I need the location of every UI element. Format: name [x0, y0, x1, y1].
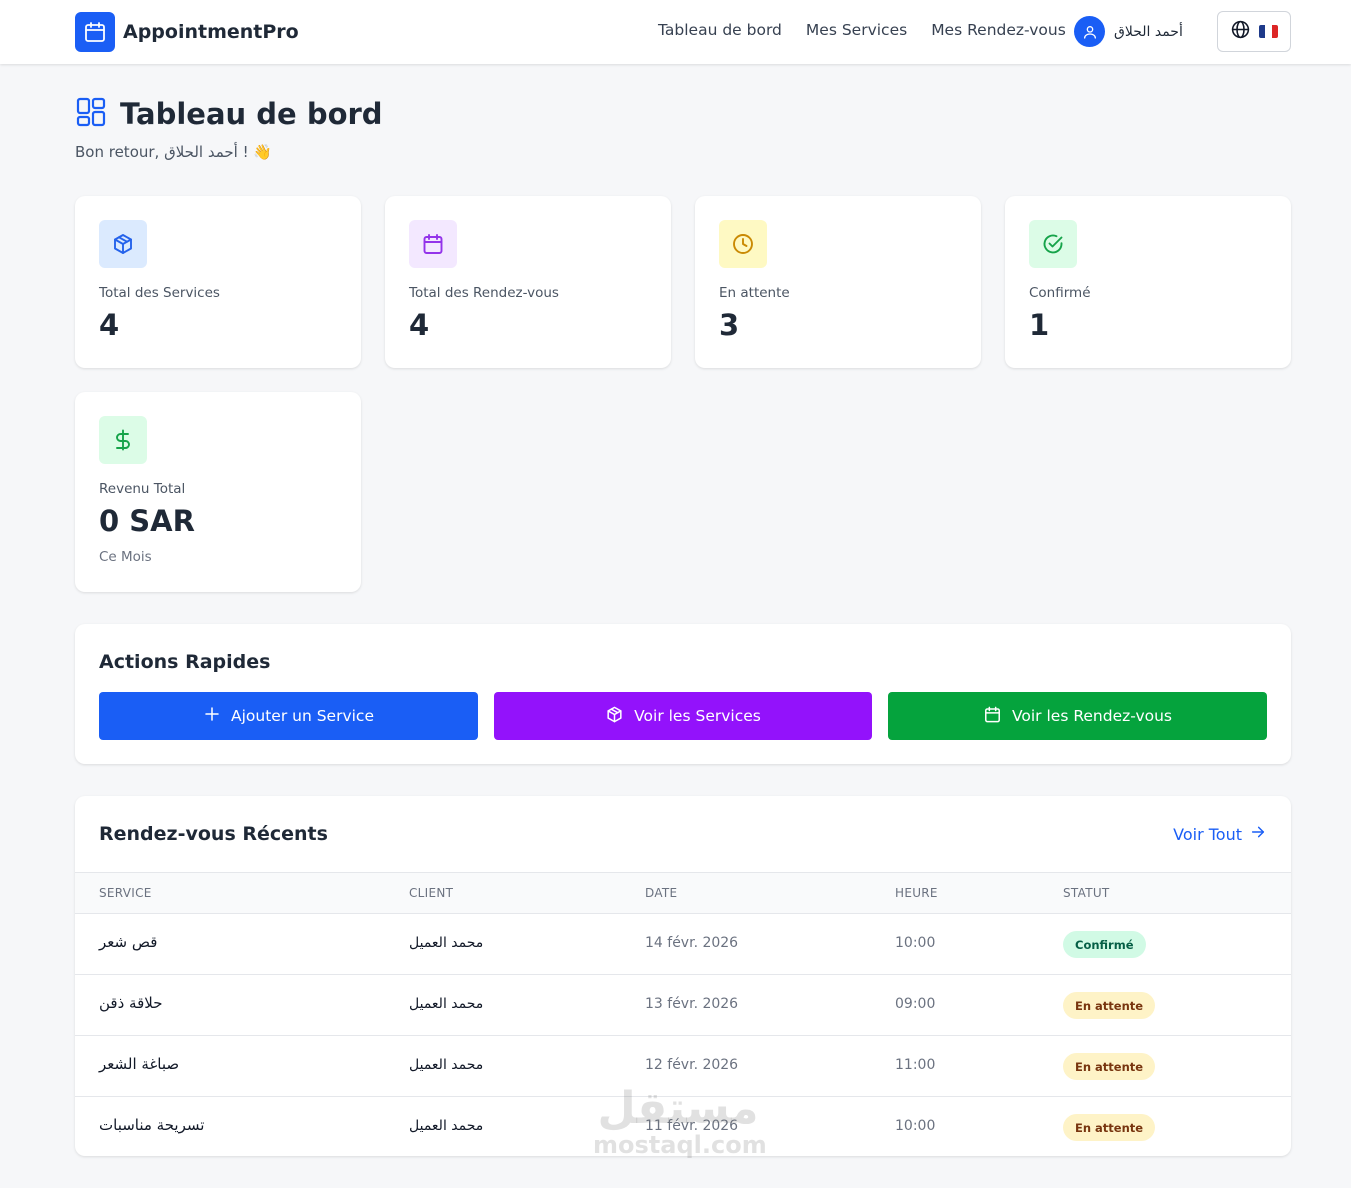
stat-card-pending: En attente 3 [695, 196, 981, 368]
recent-appointments-panel: Rendez-vous Récents Voir Tout SERVICE CL… [75, 796, 1291, 1156]
column-header-service: SERVICE [99, 886, 152, 900]
button-label: Voir les Services [634, 707, 761, 725]
time-cell: 09:00 [895, 996, 936, 1012]
nav-link-dashboard[interactable]: Tableau de bord [658, 21, 782, 39]
globe-icon [1230, 19, 1251, 44]
package-icon [605, 705, 624, 728]
quick-actions-panel: Actions Rapides Ajouter un Service Voir … [75, 624, 1291, 764]
nav-link-appointments[interactable]: Mes Rendez-vous [931, 21, 1066, 39]
table-row[interactable]: صباغة الشعر محمد العميل 12 févr. 2026 11… [75, 1035, 1291, 1096]
nav-links: Tableau de bord Mes Services Mes Rendez-… [658, 21, 1090, 39]
top-navbar: AppointmentPro Tableau de bord Mes Servi… [0, 0, 1351, 64]
column-header-client: CLIENT [409, 886, 454, 900]
calendar-icon [75, 12, 115, 52]
view-all-label: Voir Tout [1173, 824, 1242, 844]
page-title: Tableau de bord [120, 97, 383, 131]
stat-label: En attente [719, 285, 790, 301]
date-cell: 14 févr. 2026 [645, 935, 739, 951]
brand-name: AppointmentPro [123, 21, 299, 43]
stat-label: Revenu Total [99, 481, 186, 497]
dashboard-grid-icon [75, 96, 107, 132]
language-switcher[interactable] [1217, 11, 1291, 52]
brand[interactable]: AppointmentPro [75, 12, 299, 52]
client-cell: محمد العميل [409, 1057, 484, 1073]
table-header: SERVICE CLIENT DATE HEURE STATUT [75, 872, 1291, 913]
stat-label: Total des Services [99, 285, 220, 301]
stat-value: 0 SAR [99, 504, 195, 538]
stat-card-appointments: Total des Rendez-vous 4 [385, 196, 671, 368]
table-row[interactable]: قص شعر محمد العميل 14 févr. 2026 10:00 C… [75, 913, 1291, 974]
welcome-message: Bon retour, أحمد الحلاق ! 👋 [75, 143, 273, 161]
stat-value: 3 [719, 308, 740, 342]
stat-label: Total des Rendez-vous [409, 285, 559, 301]
status-badge: Confirmé [1063, 931, 1146, 958]
status-badge: En attente [1063, 1053, 1156, 1080]
service-cell: تسريحة مناسبات [99, 1116, 205, 1134]
table-row[interactable]: تسريحة مناسبات محمد العميل 11 févr. 2026… [75, 1096, 1291, 1156]
client-cell: محمد العميل [409, 1118, 484, 1134]
status-badge: En attente [1063, 992, 1156, 1019]
stat-card-services: Total des Services 4 [75, 196, 361, 368]
arrow-right-icon [1250, 824, 1266, 844]
view-services-button[interactable]: Voir les Services [494, 692, 872, 740]
time-cell: 10:00 [895, 935, 936, 951]
stat-value: 4 [99, 308, 120, 342]
time-cell: 11:00 [895, 1057, 936, 1073]
stat-value: 4 [409, 308, 430, 342]
view-appointments-button[interactable]: Voir les Rendez-vous [888, 692, 1267, 740]
quick-actions-title: Actions Rapides [99, 651, 271, 673]
stat-label: Confirmé [1029, 285, 1091, 301]
service-cell: قص شعر [99, 933, 158, 951]
calendar-icon [983, 705, 1002, 728]
stat-period: Ce Mois [99, 549, 152, 565]
time-cell: 10:00 [895, 1118, 936, 1134]
package-icon [99, 220, 147, 268]
check-circle-icon [1029, 220, 1077, 268]
column-header-time: HEURE [895, 886, 938, 900]
user-name: أحمد الحلاق [1114, 23, 1183, 40]
user-menu[interactable]: أحمد الحلاق [1074, 16, 1183, 47]
page-header: Tableau de bord [75, 96, 383, 132]
column-header-date: DATE [645, 886, 678, 900]
service-cell: صباغة الشعر [99, 1055, 180, 1073]
dollar-icon [99, 416, 147, 464]
client-cell: محمد العميل [409, 935, 484, 951]
user-icon [1074, 16, 1105, 47]
date-cell: 12 févr. 2026 [645, 1057, 739, 1073]
button-label: Ajouter un Service [231, 707, 374, 725]
calendar-icon [409, 220, 457, 268]
service-cell: حلاقة ذقن [99, 994, 163, 1012]
france-flag-icon [1259, 25, 1278, 38]
stat-card-revenue: Revenu Total 0 SAR Ce Mois [75, 392, 361, 592]
view-all-link[interactable]: Voir Tout [1173, 824, 1266, 844]
client-cell: محمد العميل [409, 996, 484, 1012]
stat-value: 1 [1029, 308, 1050, 342]
date-cell: 13 févr. 2026 [645, 996, 739, 1012]
plus-icon [203, 705, 221, 727]
button-label: Voir les Rendez-vous [1011, 707, 1172, 725]
nav-link-services[interactable]: Mes Services [806, 21, 907, 39]
date-cell: 11 févr. 2026 [645, 1118, 739, 1134]
add-service-button[interactable]: Ajouter un Service [99, 692, 478, 740]
clock-icon [719, 220, 767, 268]
status-badge: En attente [1063, 1114, 1156, 1141]
table-row[interactable]: حلاقة ذقن محمد العميل 13 févr. 2026 09:0… [75, 974, 1291, 1035]
stat-card-confirmed: Confirmé 1 [1005, 196, 1291, 368]
column-header-status: STATUT [1063, 886, 1110, 900]
recent-appointments-title: Rendez-vous Récents [99, 823, 328, 845]
